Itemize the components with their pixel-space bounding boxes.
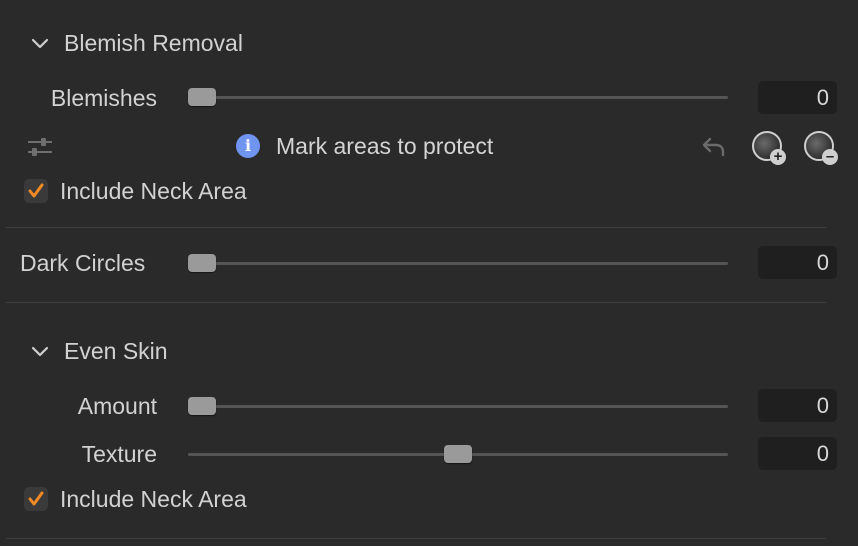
texture-slider-thumb[interactable] [444,445,472,463]
even-skin-header[interactable]: Even Skin [28,336,168,366]
blemishes-slider-track[interactable] [188,96,728,99]
divider [6,538,826,539]
dark-circles-value-field[interactable]: 0 [758,246,837,279]
add-brush-icon[interactable]: + [752,131,786,165]
mark-areas-hint: Mark areas to protect [276,133,494,159]
divider [6,227,826,228]
info-icon[interactable]: i [236,134,260,158]
dark-circles-slider-track[interactable] [188,262,728,265]
undo-icon[interactable] [700,134,728,158]
texture-label: Texture [81,441,157,467]
checkmark-icon [28,183,44,198]
include-neck-checkbox-even-skin[interactable] [24,487,48,511]
amount-label: Amount [77,393,157,419]
divider [6,302,826,303]
texture-value-field[interactable]: 0 [758,437,837,470]
checkmark-icon [28,491,44,506]
blemishes-value-field[interactable]: 0 [758,81,837,114]
blemishes-slider-thumb[interactable] [188,88,216,106]
section-title: Even Skin [64,337,168,364]
chevron-down-icon[interactable] [28,31,52,55]
sliders-icon[interactable] [26,134,54,160]
dark-circles-label: Dark Circles [20,250,146,276]
include-neck-label: Include Neck Area [60,486,247,512]
chevron-down-icon[interactable] [28,339,52,363]
blemish-removal-header[interactable]: Blemish Removal [28,28,243,58]
amount-slider-track[interactable] [188,405,728,408]
include-neck-label: Include Neck Area [60,178,247,204]
include-neck-checkbox-blemish[interactable] [24,179,48,203]
amount-value-field[interactable]: 0 [758,389,837,422]
amount-slider-thumb[interactable] [188,397,216,415]
subtract-brush-icon[interactable]: – [804,131,838,165]
blemishes-label: Blemishes [50,85,157,111]
section-title: Blemish Removal [64,29,243,56]
dark-circles-slider-thumb[interactable] [188,254,216,272]
